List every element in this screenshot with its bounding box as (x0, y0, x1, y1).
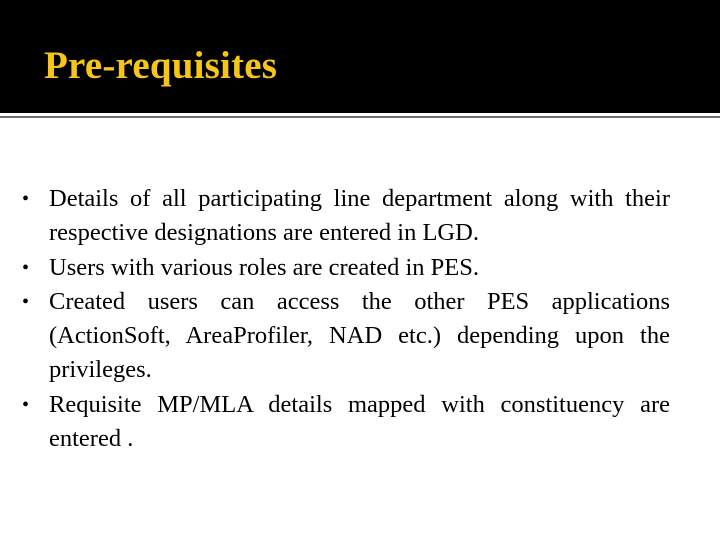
bullet-text: Users with various roles are created in … (49, 253, 479, 281)
slide-content: • Details of all participating line depa… (22, 182, 670, 456)
title-divider (0, 116, 720, 118)
bullet-item: • Users with various roles are created i… (22, 251, 670, 285)
bullet-dot-icon: • (22, 290, 30, 313)
bullet-text: Requisite MP/MLA details mapped with con… (49, 390, 670, 453)
bullet-dot-icon: • (22, 188, 30, 210)
bullet-list: • Details of all participating line depa… (22, 182, 670, 456)
bullet-dot-icon: • (22, 393, 30, 416)
slide-title: Pre-requisites (44, 44, 278, 87)
bullet-item: • Requisite MP/MLA details mapped with c… (22, 388, 670, 457)
bullet-item: • Created users can access the other PES… (22, 285, 670, 388)
bullet-item: • Details of all participating line depa… (22, 182, 670, 251)
bullet-text: Created users can access the other PES a… (49, 287, 670, 384)
bullet-text: Details of all participating line depart… (49, 185, 670, 247)
bullet-dot-icon: • (22, 256, 30, 279)
title-bar: Pre-requisites (0, 0, 720, 113)
